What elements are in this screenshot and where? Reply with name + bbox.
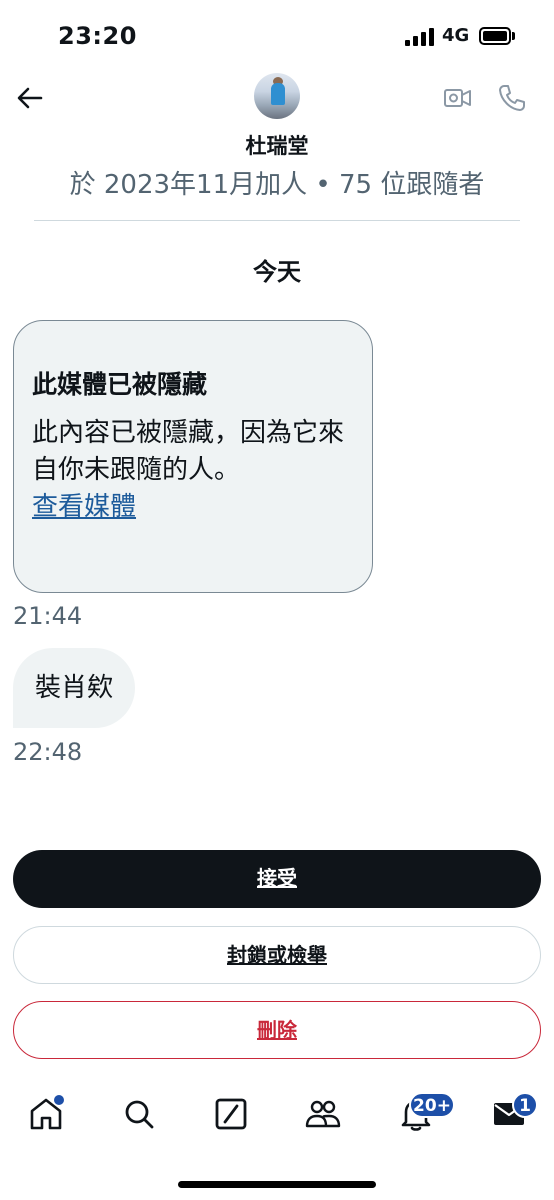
avatar[interactable]	[254, 73, 300, 119]
day-label: 今天	[253, 258, 301, 286]
battery-tip	[512, 32, 515, 40]
home-notification-dot	[54, 1095, 64, 1105]
status-time: 23:20	[58, 22, 137, 50]
grok-icon[interactable]	[211, 1094, 251, 1134]
hidden-media-title: 此媒體已被隱藏	[32, 370, 208, 399]
hidden-media-description: 此內容已被隱藏，因為它來自你未跟隨的人。	[32, 418, 345, 485]
message-timestamp: 22:48	[13, 738, 83, 766]
video-call-icon[interactable]	[442, 82, 474, 114]
status-bar: 23:20 4G	[0, 0, 554, 76]
notifications-badge: 20+	[409, 1092, 455, 1118]
message-timestamp: 21:44	[13, 602, 83, 630]
message-bubble: 裝肖欸	[13, 648, 136, 728]
battery-icon	[479, 27, 511, 45]
accept-button[interactable]: 接受	[13, 850, 541, 908]
back-arrow-icon[interactable]	[14, 82, 46, 114]
search-icon[interactable]	[119, 1094, 159, 1134]
home-icon[interactable]	[26, 1094, 66, 1134]
block-or-report-button[interactable]: 封鎖或檢舉	[13, 926, 541, 984]
home-indicator	[178, 1181, 376, 1188]
hidden-media-bubble: 此媒體已被隱藏 此內容已被隱藏，因為它來自你未跟隨的人。 查看媒體	[13, 320, 373, 593]
header-divider	[34, 220, 520, 221]
communities-icon[interactable]	[303, 1094, 343, 1134]
view-media-link[interactable]: 查看媒體	[32, 489, 136, 526]
phone-icon[interactable]	[496, 82, 528, 114]
delete-button[interactable]: 刪除	[13, 1001, 541, 1059]
messages-badge: 1	[512, 1092, 538, 1118]
contact-name: 杜瑞堂	[245, 134, 309, 158]
signal-icon	[405, 28, 435, 46]
network-type: 4G	[442, 25, 470, 46]
contact-meta: 於 2023年11月加人 • 75 位跟隨者	[69, 170, 485, 200]
